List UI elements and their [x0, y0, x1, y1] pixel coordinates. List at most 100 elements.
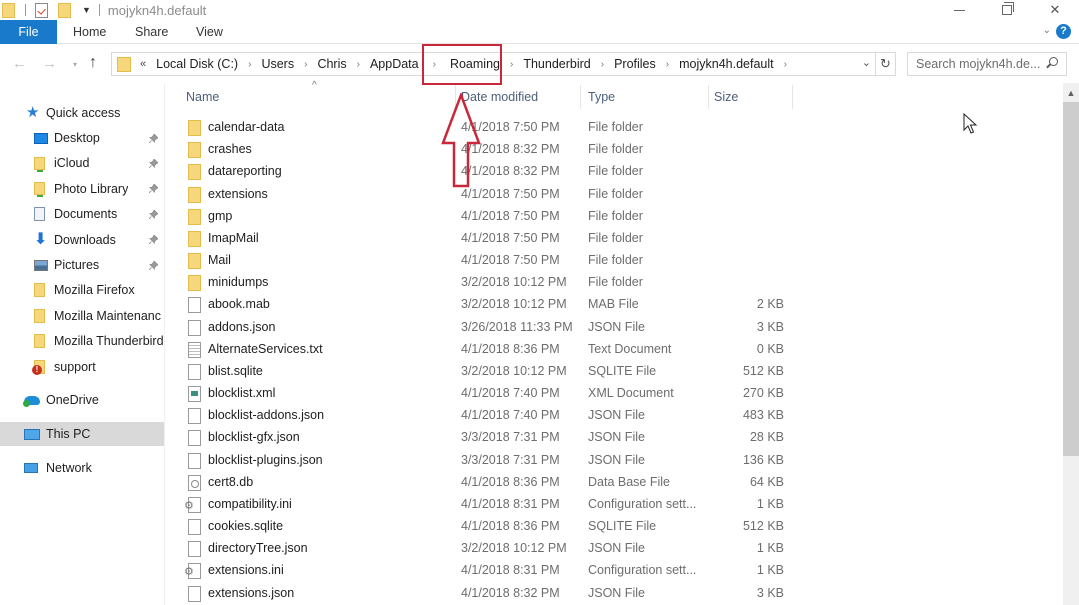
file-row[interactable]: cert8.db 4/1/2018 8:36 PM Data Base File 64…	[182, 472, 792, 494]
breadcrumb-separator[interactable]: ›	[666, 59, 669, 70]
column-divider[interactable]	[580, 85, 581, 109]
search-input[interactable]	[908, 53, 1043, 75]
pin-icon[interactable]	[148, 208, 159, 219]
file-row[interactable]: extensions 4/1/2018 7:50 PM File folder	[182, 184, 792, 206]
file-row[interactable]: ImapMail 4/1/2018 7:50 PM File folder	[182, 228, 792, 250]
breadcrumb-separator[interactable]: ›	[601, 59, 604, 70]
tab-home[interactable]: Home	[73, 20, 106, 44]
sidebar-item-support[interactable]: support	[0, 355, 164, 379]
file-row[interactable]: blocklist-gfx.json 3/3/2018 7:31 PM JSON F…	[182, 427, 792, 449]
vertical-scrollbar[interactable]: ▲	[1063, 83, 1079, 605]
pin-icon[interactable]	[148, 234, 159, 245]
folder-icon	[2, 2, 15, 18]
up-button[interactable]: ↑	[89, 54, 97, 72]
breadcrumb-separator[interactable]: ›	[304, 59, 307, 70]
folder-icon	[188, 208, 201, 225]
sidebar-item-this-pc[interactable]: This PC	[0, 422, 164, 446]
file-row[interactable]: directoryTree.json 3/2/2018 10:12 PM JSON …	[182, 538, 792, 560]
pin-icon[interactable]	[148, 132, 159, 143]
pin-icon[interactable]	[148, 259, 159, 270]
breadcrumb-profiles[interactable]: Profiles	[614, 57, 656, 71]
column-header-name[interactable]: Name	[186, 87, 219, 107]
breadcrumb-thunderbird[interactable]: Thunderbird	[523, 57, 590, 71]
minimize-button[interactable]	[935, 0, 983, 20]
restore-button[interactable]	[983, 0, 1031, 20]
breadcrumb-chris[interactable]: Chris	[317, 57, 346, 71]
breadcrumb-separator[interactable]: ›	[784, 59, 787, 70]
sidebar-item-label: Mozilla Thunderbird	[54, 334, 164, 349]
file-row[interactable]: blocklist.xml 4/1/2018 7:40 PM XML Documen…	[182, 383, 792, 405]
properties-icon[interactable]	[35, 2, 48, 18]
breadcrumb-profile-folder[interactable]: mojykn4h.default	[679, 57, 774, 71]
sidebar-item-downloads[interactable]: ⬇ Downloads	[0, 228, 164, 252]
sidebar-item-onedrive[interactable]: OneDrive	[0, 388, 164, 412]
file-type: File folder	[588, 253, 643, 268]
recent-locations-dropdown[interactable]: ▾	[73, 60, 77, 69]
breadcrumb-separator[interactable]: ›	[248, 59, 251, 70]
breadcrumb-overflow-button[interactable]: «	[140, 58, 146, 70]
breadcrumb-separator[interactable]: ›	[510, 59, 513, 70]
folder-icon	[188, 164, 201, 181]
file-row[interactable]: compatibility.ini 4/1/2018 8:31 PM Configu…	[182, 494, 792, 516]
sidebar-item-label: Pictures	[54, 258, 100, 272]
file-row[interactable]: Mail 4/1/2018 7:50 PM File folder	[182, 250, 792, 272]
file-row[interactable]: calendar-data 4/1/2018 7:50 PM File folder	[182, 117, 792, 139]
date-modified: 4/1/2018 7:50 PM	[461, 253, 560, 268]
file-type: JSON File	[588, 408, 645, 423]
scrollbar-thumb[interactable]	[1063, 102, 1079, 456]
file-size: 64 KB	[749, 474, 784, 489]
customize-toolbar-dropdown-icon[interactable]: ▼	[82, 5, 91, 15]
refresh-button[interactable]: ↻	[876, 52, 896, 76]
file-row[interactable]: gmp 4/1/2018 7:50 PM File folder	[182, 206, 792, 228]
column-divider[interactable]	[708, 85, 709, 109]
column-header-type[interactable]: Type	[588, 87, 615, 107]
file-row[interactable]: abook.mab 3/2/2018 10:12 PM MAB File 2 KB	[182, 294, 792, 316]
sidebar-item-icloud[interactable]: iCloud	[0, 151, 164, 175]
breadcrumb-separator[interactable]: ›	[357, 59, 360, 70]
column-divider[interactable]	[792, 85, 793, 109]
breadcrumb-users[interactable]: Users	[261, 57, 294, 71]
sidebar-item-mozilla-maintenanc[interactable]: Mozilla Maintenanc	[0, 304, 164, 328]
file-row[interactable]: blist.sqlite 3/2/2018 10:12 PM SQLITE File…	[182, 361, 792, 383]
new-folder-icon[interactable]	[58, 2, 71, 18]
tab-view[interactable]: View	[196, 20, 223, 44]
pin-icon[interactable]	[148, 183, 159, 194]
file-row[interactable]: minidumps 3/2/2018 10:12 PM File folder	[182, 272, 792, 294]
file-row[interactable]: blocklist-addons.json 4/1/2018 7:40 PM JSO…	[182, 405, 792, 427]
file-row[interactable]: addons.json 3/26/2018 11:33 PM JSON File 3 …	[182, 317, 792, 339]
column-header-size[interactable]: Size	[714, 87, 738, 107]
file-row[interactable]: blocklist-plugins.json 3/3/2018 7:31 PM JS…	[182, 450, 792, 472]
sidebar-item-mozilla-thunderbird[interactable]: Mozilla Thunderbird	[0, 329, 164, 353]
file-row[interactable]: crashes 4/1/2018 8:32 PM File folder	[182, 139, 792, 161]
file-row[interactable]: AlternateServices.txt 4/1/2018 8:36 PM Tex…	[182, 339, 792, 361]
forward-button[interactable]: →	[42, 55, 57, 72]
help-icon[interactable]: ?	[1056, 24, 1071, 39]
sidebar-item-network[interactable]: Network	[0, 456, 164, 480]
file-name: AlternateServices.txt	[208, 341, 323, 356]
file-row[interactable]: extensions.json 4/1/2018 8:32 PM JSON File…	[182, 583, 792, 605]
sidebar-item-documents[interactable]: Documents	[0, 202, 164, 226]
back-button[interactable]: ←	[12, 55, 27, 72]
sidebar-item-pictures[interactable]: Pictures	[0, 253, 164, 277]
sidebar-item-desktop[interactable]: Desktop	[0, 126, 164, 150]
file-row[interactable]: datareporting 4/1/2018 8:32 PM File folder	[182, 161, 792, 183]
pin-icon[interactable]	[148, 158, 159, 169]
search-icon[interactable]	[1049, 57, 1058, 66]
file-icon	[188, 585, 201, 602]
close-button[interactable]: ✕	[1031, 0, 1079, 20]
tab-share[interactable]: Share	[135, 20, 168, 44]
breadcrumb-local-disk[interactable]: Local Disk (C:)	[156, 57, 238, 71]
file-row[interactable]: extensions.ini 4/1/2018 8:31 PM Configurat…	[182, 560, 792, 582]
expand-ribbon-chevron-icon[interactable]: ⌄	[1043, 25, 1051, 36]
breadcrumb-appdata[interactable]: AppData	[370, 57, 419, 71]
sidebar-item-quick-access[interactable]: ★ Quick access	[0, 101, 164, 125]
folder-icon	[34, 334, 45, 349]
date-modified: 3/3/2018 7:31 PM	[461, 430, 560, 445]
sidebar-item-photo-library[interactable]: Photo Library	[0, 177, 164, 201]
scroll-up-button[interactable]: ▲	[1063, 85, 1079, 102]
tab-file[interactable]: File	[0, 20, 57, 44]
address-history-dropdown[interactable]: ⌄	[862, 56, 871, 69]
search-box[interactable]	[907, 52, 1067, 76]
sidebar-item-mozilla-firefox[interactable]: Mozilla Firefox	[0, 278, 164, 302]
file-row[interactable]: cookies.sqlite 4/1/2018 8:36 PM SQLITE Fil…	[182, 516, 792, 538]
